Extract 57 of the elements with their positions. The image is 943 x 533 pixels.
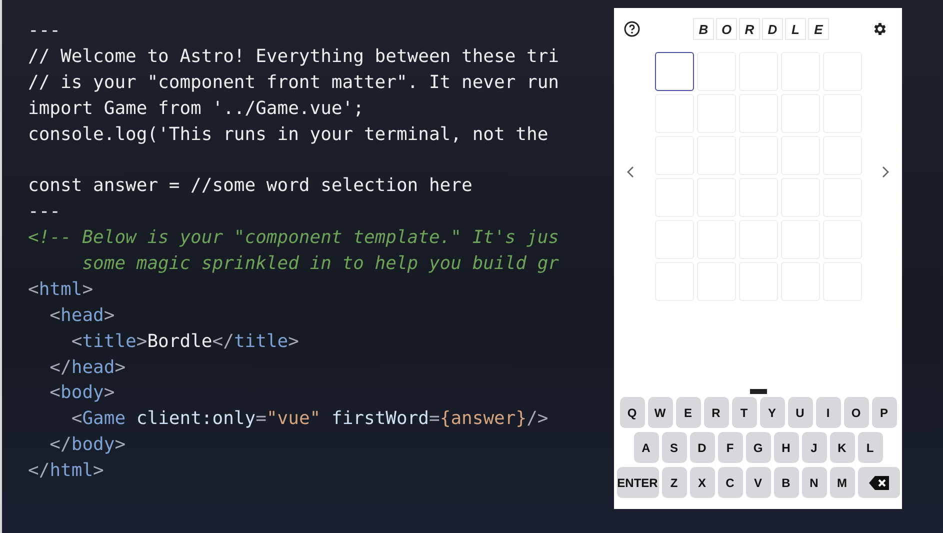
- code-line: <body>: [48, 381, 116, 406]
- key[interactable]: A: [634, 432, 658, 463]
- key[interactable]: P: [872, 397, 896, 428]
- title-letter: D: [762, 18, 783, 40]
- code-line: <Game client:only="vue" firstWord={answer}/>: [70, 407, 550, 432]
- key[interactable]: B: [774, 467, 798, 498]
- key[interactable]: J: [802, 432, 826, 463]
- code-line: import Game from '../Game.vue';: [28, 96, 365, 121]
- key[interactable]: X: [690, 467, 714, 498]
- key[interactable]: G: [746, 432, 770, 463]
- title-letter: E: [808, 18, 829, 40]
- key[interactable]: W: [648, 397, 672, 428]
- title-letter: L: [785, 18, 806, 40]
- key[interactable]: V: [746, 467, 770, 498]
- key[interactable]: I: [816, 397, 840, 428]
- code-line: console.log('This runs in your terminal, not the: [28, 122, 550, 147]
- key[interactable]: C: [718, 467, 742, 498]
- enter-key[interactable]: ENTER: [616, 467, 658, 498]
- chevron-left-icon[interactable]: [626, 164, 636, 178]
- code-line: some magic sprinkled in to help you build gr: [81, 252, 560, 276]
- key[interactable]: M: [830, 467, 854, 498]
- code-line: <head>: [48, 304, 116, 328]
- title-letter: B: [693, 18, 714, 40]
- backspace-icon: [868, 476, 888, 490]
- title-letter: O: [716, 18, 737, 40]
- key[interactable]: F: [718, 432, 742, 463]
- code-line: ---: [28, 19, 62, 43]
- code-line: <title>Bordle</title>: [70, 330, 300, 354]
- code-line: </html>: [28, 459, 105, 484]
- key[interactable]: E: [676, 397, 700, 428]
- key[interactable]: H: [774, 432, 798, 463]
- code-line: </body>: [48, 433, 127, 458]
- key[interactable]: U: [788, 397, 812, 428]
- indicator-bar: [750, 389, 766, 394]
- code-line: ---: [28, 200, 62, 224]
- key[interactable]: S: [662, 432, 686, 463]
- key[interactable]: L: [858, 432, 882, 463]
- chevron-right-icon[interactable]: [880, 164, 890, 178]
- title-letter: R: [739, 18, 760, 40]
- key[interactable]: N: [802, 467, 826, 498]
- backspace-key[interactable]: [858, 467, 900, 498]
- key[interactable]: D: [690, 432, 714, 463]
- code-line: <!-- Below is your "component template." It's jus: [28, 226, 560, 250]
- key[interactable]: T: [732, 397, 756, 428]
- key[interactable]: Y: [760, 397, 784, 428]
- help-icon[interactable]: [624, 21, 640, 37]
- code-line: // Welcome to Astro! Everything between these tri: [28, 44, 560, 69]
- key[interactable]: Z: [662, 467, 686, 498]
- code-line: const answer = //some word selection here: [28, 174, 474, 198]
- key[interactable]: O: [844, 397, 868, 428]
- settings-icon[interactable]: [872, 21, 888, 37]
- code-line: // is your "component front matter". It never run: [28, 70, 560, 95]
- code-line: </head>: [48, 356, 127, 380]
- key[interactable]: Q: [620, 397, 644, 428]
- code-line: <html>: [28, 278, 94, 302]
- key[interactable]: R: [704, 397, 728, 428]
- key[interactable]: K: [830, 432, 854, 463]
